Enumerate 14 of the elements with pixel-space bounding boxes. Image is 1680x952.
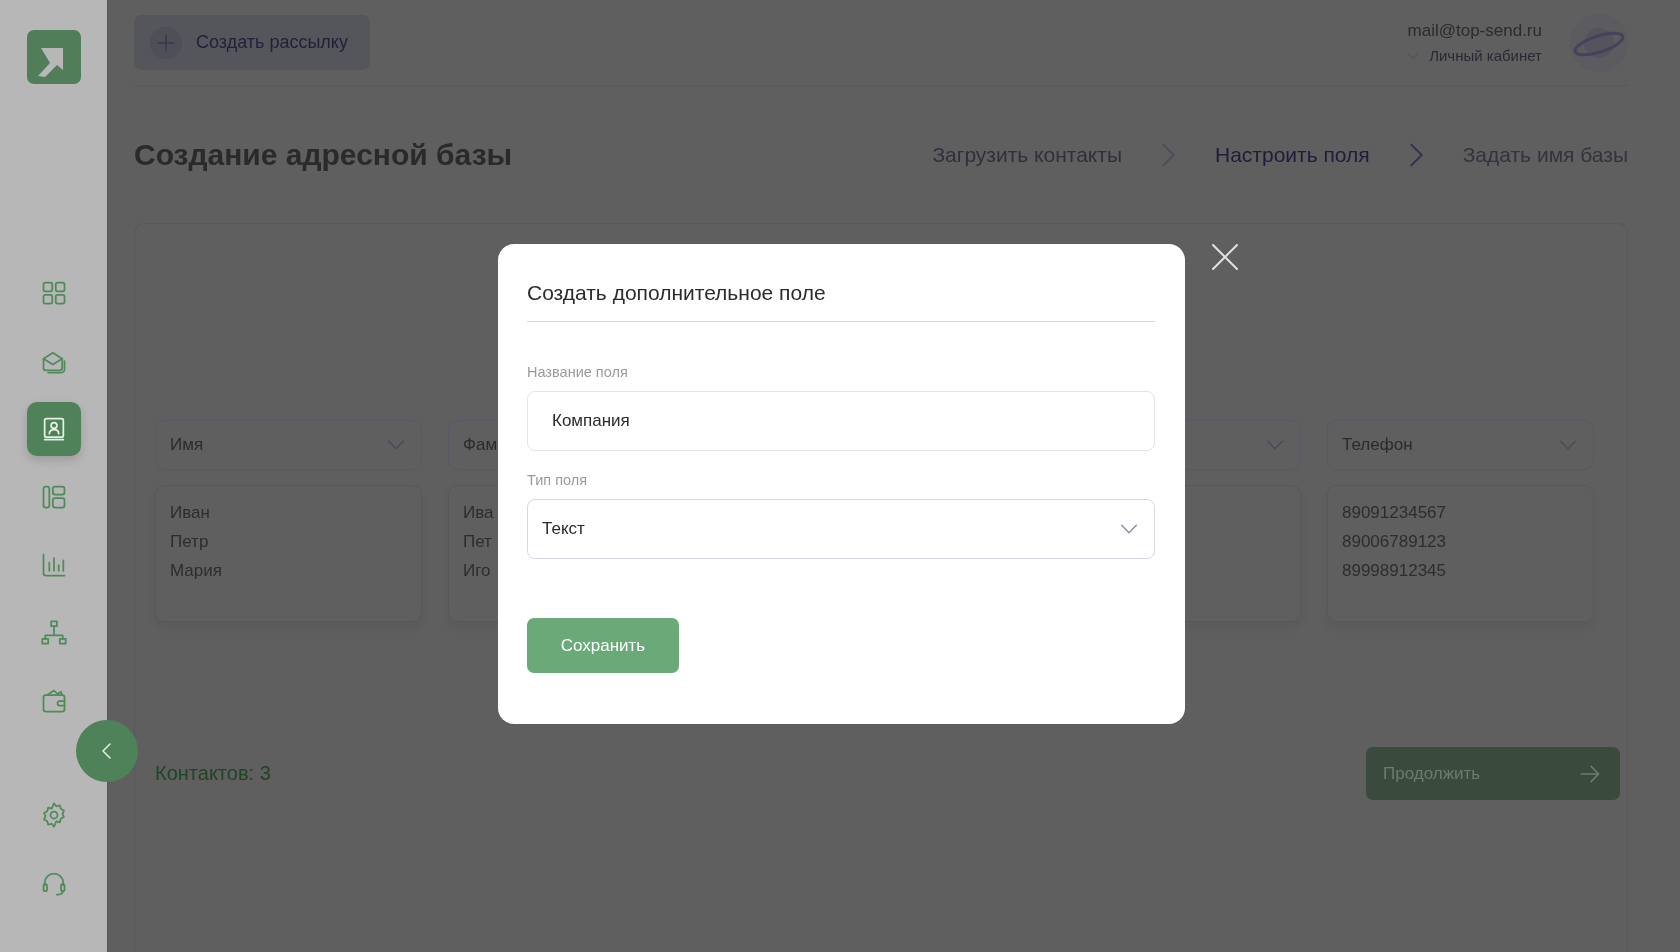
field-name-input[interactable]: Компания <box>527 391 1155 451</box>
field-label: Название поля <box>527 364 629 380</box>
step-tab[interactable]: Настроить поля <box>1215 142 1370 167</box>
save-button[interactable]: Сохранить <box>527 618 679 673</box>
hierarchy-icon <box>39 619 68 647</box>
chevron-right-icon <box>1409 142 1423 167</box>
field-type-select[interactable]: Текст <box>527 499 1155 559</box>
sidebar-item[interactable] <box>26 402 81 456</box>
close-icon <box>1209 241 1241 273</box>
field-label: Тип поля <box>527 472 589 488</box>
modal-title: Создать дополнительное поле <box>527 281 1155 322</box>
logo[interactable] <box>26 30 81 84</box>
close-button[interactable] <box>1209 241 1241 273</box>
contacts-count: Контактов: 3 <box>155 762 271 785</box>
